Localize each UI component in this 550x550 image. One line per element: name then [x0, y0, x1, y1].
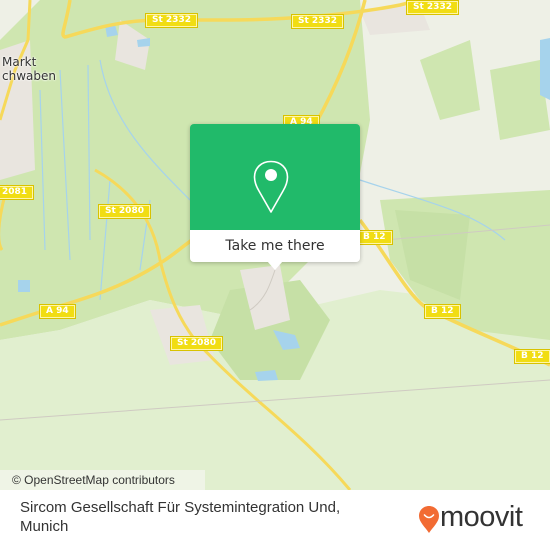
road-label-st2081: 2081	[0, 186, 34, 199]
moovit-pin-icon	[419, 506, 439, 533]
road-label-st2332: St 2332	[407, 1, 458, 14]
moovit-logo[interactable]: moovit	[418, 501, 538, 533]
road-label-st2332: St 2332	[146, 14, 197, 27]
place-name: Sircom Gesellschaft Für Systemintegratio…	[20, 499, 341, 535]
road-label-st2080: St 2080	[171, 337, 222, 350]
road-label-st2332: St 2332	[292, 15, 343, 28]
popup-pointer	[267, 261, 283, 270]
road-label-b12: B 12	[425, 305, 460, 318]
take-me-there-button[interactable]: Take me there	[190, 230, 360, 262]
location-popup: Take me there	[190, 124, 360, 270]
road-label-b12: B 12	[357, 231, 392, 244]
place-label-markt-schwaben: Markt chwaben	[2, 55, 56, 83]
map-pin-icon	[253, 160, 289, 213]
road-label-st2080: St 2080	[99, 205, 150, 218]
map-attribution[interactable]: © OpenStreetMap contributors	[0, 470, 205, 490]
popup-header	[190, 124, 360, 230]
road-label-a94: A 94	[40, 305, 75, 318]
road-label-b12: B 12	[515, 350, 550, 363]
moovit-wordmark: moovit	[440, 501, 523, 533]
place-label-line: Markt	[2, 55, 37, 69]
place-label-line: chwaben	[2, 69, 56, 83]
